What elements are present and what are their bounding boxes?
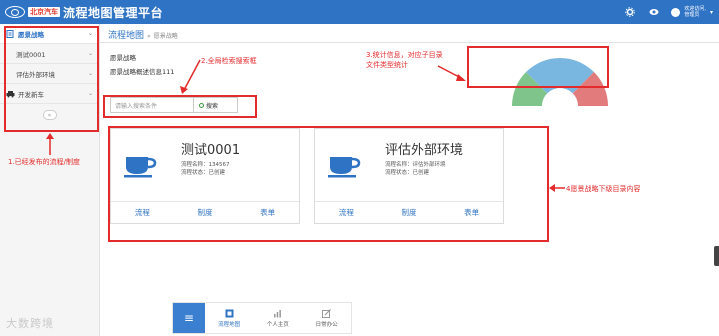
annotation-note-2: 2.全局检索搜索框: [201, 57, 257, 65]
annotation-note-3: 3.统计信息，对应子目录: [366, 51, 443, 59]
bar-chart-icon: [274, 309, 282, 317]
section-title: 愿景战略: [110, 54, 136, 62]
brand-label: 北京汽车: [28, 7, 60, 17]
dock-item-office[interactable]: 日常办公: [302, 303, 351, 333]
section-description: 愿景战略概述信息111: [110, 68, 175, 76]
user-menu[interactable]: 欢迎访问, 管理员 ▾: [671, 6, 713, 18]
divider: [100, 42, 719, 43]
app-title: 流程地图管理平台: [63, 5, 164, 20]
annotation-note-3b: 文件类型统计: [366, 61, 408, 69]
caret-down-icon: ▾: [709, 8, 713, 16]
annotation-arrow-4: [549, 184, 565, 192]
dock-item-label: 个人主页: [266, 321, 289, 328]
dock-item-label: 日常办公: [315, 321, 338, 328]
annotation-box-sidebar: [4, 26, 99, 132]
annotation-arrow-3: [437, 65, 466, 81]
annotation-box-search: [103, 95, 257, 118]
logo: 北京汽车 流程地图管理平台: [5, 4, 163, 21]
eye-icon[interactable]: [649, 7, 659, 17]
bottom-dock: ≡ 流程地图 个人主页 日常办公: [172, 302, 352, 334]
annotation-note-4: 4愿景战略下级目录内容: [566, 185, 641, 193]
edit-icon: [322, 308, 332, 318]
side-feedback-tab[interactable]: [714, 246, 719, 266]
dock-item-process-map[interactable]: 流程地图: [205, 303, 254, 333]
logo-icon: [5, 6, 25, 18]
breadcrumb: 流程地图 » 愿景战略: [108, 28, 178, 41]
annotation-arrow-2: [180, 59, 201, 94]
watermark: 大数跨境: [6, 317, 54, 330]
user-icon: [671, 7, 681, 17]
annotation-box-stats: [467, 46, 609, 88]
breadcrumb-separator: »: [147, 33, 151, 40]
top-bar: 北京汽车 流程地图管理平台 欢迎访问, 管理员 ▾: [0, 0, 719, 24]
breadcrumb-root[interactable]: 流程地图: [108, 28, 144, 41]
annotation-box-cards: [108, 126, 549, 242]
annotation-arrow-1: [46, 133, 54, 155]
annotation-note-1: 1.已经发布的流程/制度: [8, 158, 81, 166]
dock-item-home[interactable]: 个人主页: [254, 303, 303, 333]
menu-button[interactable]: ≡: [173, 303, 205, 333]
dock-item-label: 流程地图: [218, 321, 241, 328]
settings-icon[interactable]: [625, 7, 636, 17]
username: 管理员: [684, 12, 700, 18]
map-icon: [225, 309, 234, 317]
breadcrumb-current: 愿景战略: [153, 33, 178, 40]
